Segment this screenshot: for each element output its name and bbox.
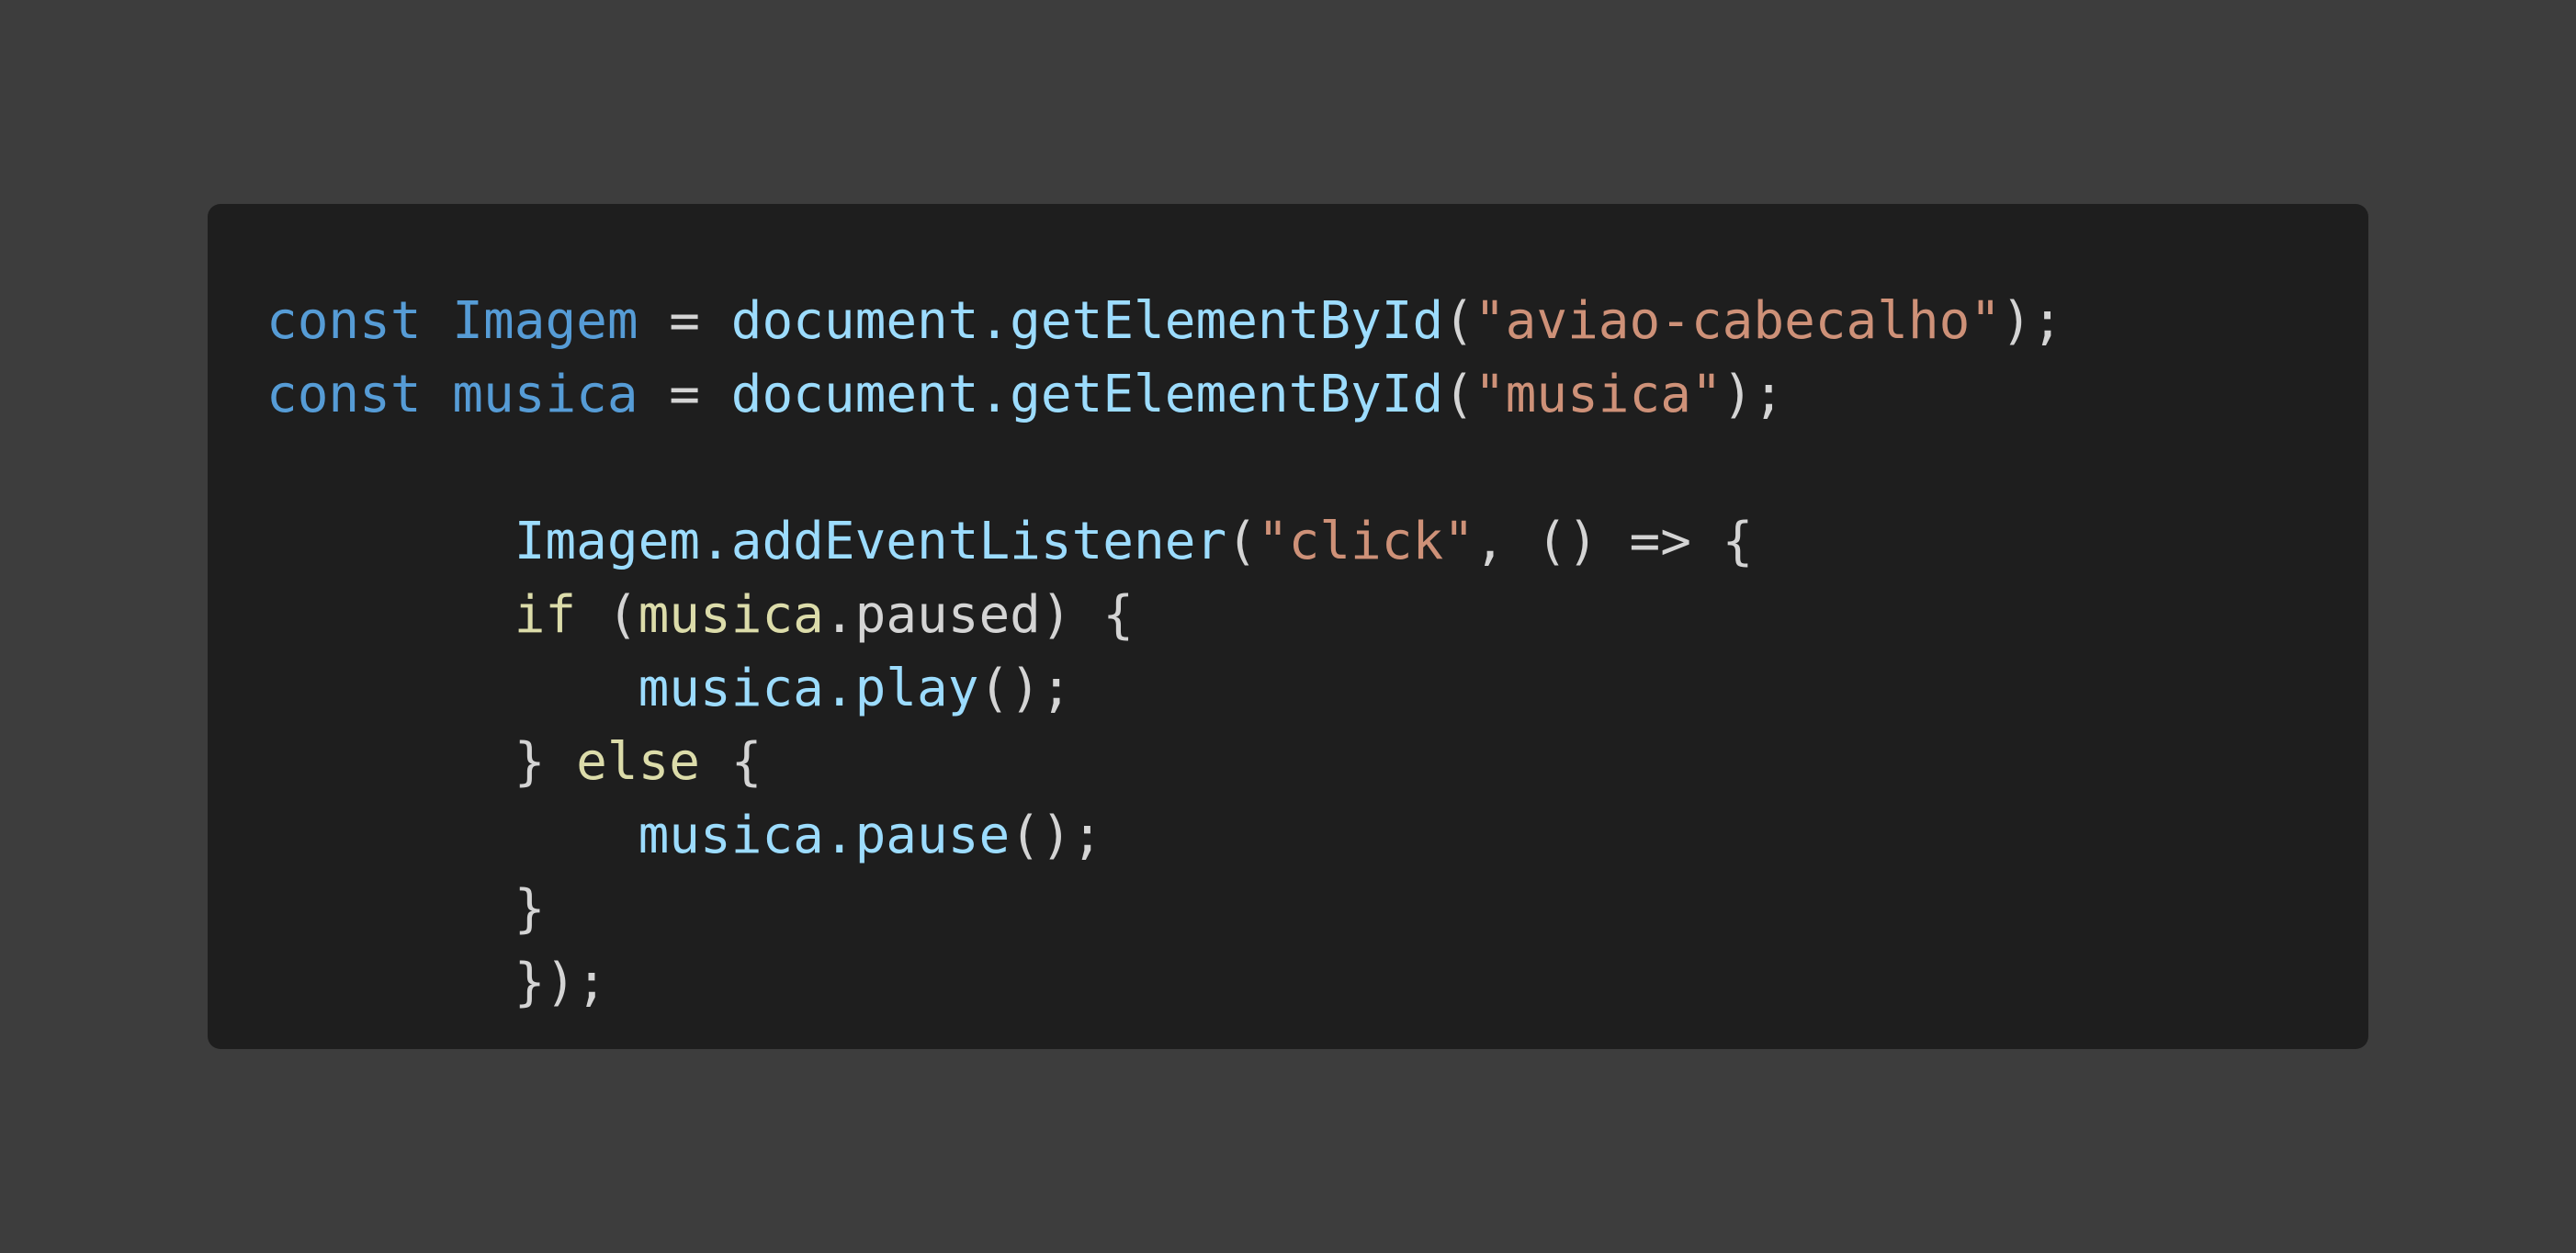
code-token-punctuation: ();	[978, 659, 1072, 718]
code-token-identifier: document.getElementById	[730, 291, 1444, 351]
code-token-punctuation: {	[700, 732, 763, 792]
code-token-identifier: musica.pause	[638, 806, 1011, 865]
code-line: const musica = document.getElementById("…	[266, 358, 2368, 432]
code-token-punctuation: ();	[1010, 806, 1103, 865]
code-token-control: musica	[638, 585, 824, 645]
code-token-control: if	[514, 585, 577, 645]
code-token-punctuation: }	[266, 732, 577, 792]
code-line: const Imagem = document.getElementById("…	[266, 285, 2368, 358]
code-token-string: "aviao-cabecalho"	[1474, 291, 2002, 351]
code-token-punctuation: (	[576, 585, 638, 645]
code-token-punctuation	[422, 291, 453, 351]
code-line: musica.pause();	[266, 799, 2368, 873]
code-token-punctuation: );	[2001, 291, 2063, 351]
code-line: musica.play();	[266, 652, 2368, 726]
code-line: });	[266, 946, 2368, 1020]
code-token-string: "click"	[1257, 512, 1474, 571]
code-line: if (musica.paused) {	[266, 579, 2368, 652]
code-token-punctuation	[266, 806, 638, 865]
code-token-punctuation: });	[266, 953, 607, 1012]
code-token-identifier: musica.play	[638, 659, 979, 718]
code-token-punctuation	[266, 659, 638, 718]
code-token-punctuation	[266, 585, 514, 645]
code-token-punctuation: =	[638, 365, 731, 424]
code-token-keyword: Imagem	[452, 291, 638, 351]
code-line: } else {	[266, 726, 2368, 799]
code-line: }	[266, 873, 2368, 946]
code-token-punctuation: .paused) {	[823, 585, 1135, 645]
code-token-identifier: Imagem.addEventListener	[514, 512, 1227, 571]
code-block: const Imagem = document.getElementById("…	[208, 204, 2368, 1049]
code-token-keyword: const	[266, 291, 422, 351]
code-token-punctuation	[266, 512, 514, 571]
code-token-punctuation: (	[1443, 365, 1474, 424]
code-token-punctuation: (	[1443, 291, 1474, 351]
code-token-punctuation: =	[638, 291, 731, 351]
code-token-punctuation: , () => {	[1474, 512, 1754, 571]
code-line: Imagem.addEventListener("click", () => {	[266, 505, 2368, 579]
code-token-punctuation: }	[266, 879, 546, 939]
code-token-keyword: musica	[452, 365, 638, 424]
code-token-punctuation: (	[1226, 512, 1258, 571]
code-token-identifier: document.getElementById	[730, 365, 1444, 424]
code-token-string: "musica"	[1474, 365, 1723, 424]
code-token-punctuation: );	[1722, 365, 1785, 424]
code-token-keyword: const	[266, 365, 422, 424]
code-token-punctuation	[422, 365, 453, 424]
code-token-control: else	[576, 732, 701, 792]
